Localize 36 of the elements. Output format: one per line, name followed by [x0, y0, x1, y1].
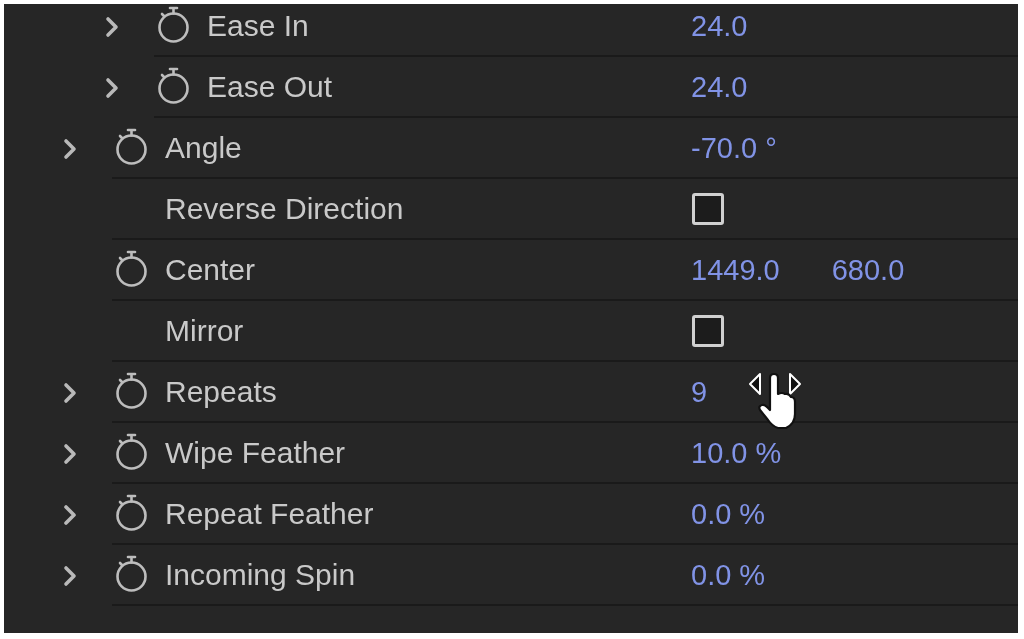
chevron-right-icon[interactable]	[62, 136, 78, 161]
property-label: Angle	[165, 129, 242, 166]
property-label: Repeat Feather	[165, 495, 374, 532]
property-label: Incoming Spin	[165, 556, 356, 593]
stopwatch-icon[interactable]	[115, 248, 148, 287]
chevron-right-icon[interactable]	[62, 441, 78, 466]
stopwatch-icon[interactable]	[115, 126, 148, 165]
stopwatch-icon[interactable]	[115, 492, 148, 531]
stopwatch-icon[interactable]	[115, 431, 148, 470]
chevron-right-icon[interactable]	[104, 75, 120, 100]
property-label: Mirror	[165, 312, 244, 349]
property-label: Ease Out	[207, 68, 333, 105]
chevron-right-icon[interactable]	[62, 502, 78, 527]
property-label: Ease In	[207, 7, 309, 44]
value-field[interactable]: 24.0	[691, 68, 748, 105]
chevron-right-icon[interactable]	[62, 380, 78, 405]
property-label: Center	[165, 251, 256, 288]
stopwatch-icon[interactable]	[115, 370, 148, 409]
property-label: Wipe Feather	[165, 434, 346, 471]
coordinate-field[interactable]: 1449.0	[691, 251, 780, 288]
chevron-right-icon[interactable]	[62, 563, 78, 588]
checkbox[interactable]	[692, 192, 724, 225]
value-field[interactable]: -70.0 °	[691, 129, 777, 166]
value-field[interactable]: 0.0 %	[691, 556, 766, 593]
chevron-right-icon[interactable]	[104, 14, 120, 39]
property-label: Reverse Direction	[165, 190, 404, 227]
stopwatch-icon[interactable]	[115, 553, 148, 592]
coordinate-field[interactable]: 680.0	[831, 251, 905, 288]
stopwatch-icon[interactable]	[157, 4, 190, 43]
property-label: Repeats	[165, 373, 277, 410]
value-field[interactable]: 24.0	[691, 7, 748, 44]
value-field[interactable]: 9	[691, 373, 708, 410]
value-field[interactable]: 10.0 %	[691, 434, 782, 471]
checkbox[interactable]	[692, 314, 724, 347]
stopwatch-icon[interactable]	[157, 65, 190, 104]
value-field[interactable]: 0.0 %	[691, 495, 766, 532]
